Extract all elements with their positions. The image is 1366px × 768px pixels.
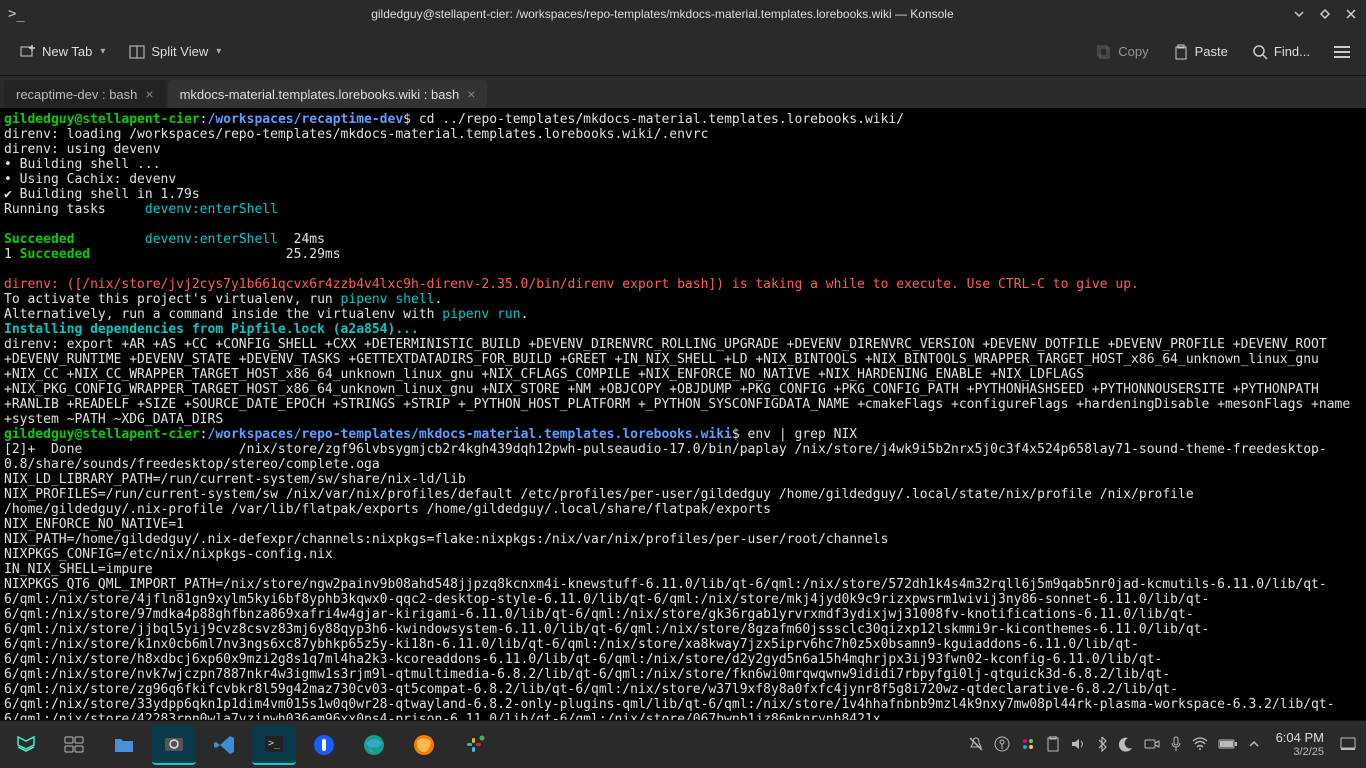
keepass-icon[interactable] xyxy=(994,736,1010,752)
activities-icon[interactable] xyxy=(52,725,96,765)
paste-button[interactable]: Paste xyxy=(1165,40,1236,64)
copy-button[interactable]: Copy xyxy=(1088,40,1156,64)
slack-icon[interactable] xyxy=(452,725,496,765)
window-title: gildedguy@stellapent-cier: /workspaces/r… xyxy=(33,7,1292,21)
spectacle-icon[interactable] xyxy=(152,725,196,765)
direnv-export: direnv: export +AR +AS +CC +CONFIG_SHELL… xyxy=(4,337,1362,427)
tab-label: recaptime-dev : bash xyxy=(16,87,137,102)
maximize-icon[interactable] xyxy=(1318,7,1332,21)
find-label: Find... xyxy=(1274,44,1310,59)
new-tab-icon xyxy=(20,44,36,60)
command: cd ../repo-templates/mkdocs-material.tem… xyxy=(411,112,904,127)
tab-mkdocs[interactable]: mkdocs-material.templates.lorebooks.wiki… xyxy=(168,80,488,108)
search-icon xyxy=(1252,44,1268,60)
taskbar: >_ xyxy=(0,720,1366,768)
night-color-icon[interactable] xyxy=(1118,736,1134,752)
split-view-button[interactable]: Split View ▾ xyxy=(121,40,229,64)
vscode-icon[interactable] xyxy=(202,725,246,765)
prompt-user: gildedguy@stellapent-cier xyxy=(4,112,200,127)
tray-app-icon[interactable] xyxy=(1020,736,1036,752)
files-icon[interactable] xyxy=(102,725,146,765)
svg-text:>_: >_ xyxy=(268,738,281,749)
paste-label: Paste xyxy=(1195,44,1228,59)
close-icon[interactable] xyxy=(1344,7,1358,21)
terminal-output[interactable]: gildedguy@stellapent-cier:/workspaces/re… xyxy=(0,108,1366,720)
chevron-down-icon[interactable]: ▾ xyxy=(216,46,221,57)
1password-icon[interactable] xyxy=(302,725,346,765)
bluetooth-icon[interactable] xyxy=(1096,736,1108,752)
prompt-path: /workspaces/repo-templates/mkdocs-materi… xyxy=(208,427,732,442)
copy-icon xyxy=(1096,44,1112,60)
battery-icon[interactable] xyxy=(1218,738,1238,750)
clock-time: 6:04 PM xyxy=(1276,731,1324,745)
direnv-warning: direnv: ([/nix/store/jvj2cys7y1b661qcvx6… xyxy=(4,277,1139,292)
camera-icon[interactable] xyxy=(1144,738,1160,750)
prompt-path: /workspaces/recaptime-dev xyxy=(208,112,404,127)
chevron-up-icon[interactable] xyxy=(1248,738,1260,750)
tab-label: mkdocs-material.templates.lorebooks.wiki… xyxy=(180,87,460,102)
edge-icon[interactable] xyxy=(352,725,396,765)
split-view-icon xyxy=(129,44,145,60)
konsole-icon[interactable]: >_ xyxy=(252,725,296,765)
wifi-icon[interactable] xyxy=(1192,737,1208,751)
paste-icon xyxy=(1173,44,1189,60)
clock-date: 3/2/25 xyxy=(1276,746,1324,758)
close-tab-icon[interactable]: × xyxy=(145,86,153,102)
minimize-icon[interactable] xyxy=(1292,7,1306,21)
find-button[interactable]: Find... xyxy=(1244,40,1318,64)
prompt-user: gildedguy@stellapent-cier xyxy=(4,427,200,442)
copy-label: Copy xyxy=(1118,44,1148,59)
command: env | grep NIX xyxy=(740,427,857,442)
chevron-down-icon[interactable]: ▾ xyxy=(100,46,105,57)
split-view-label: Split View xyxy=(151,44,208,59)
new-tab-button[interactable]: New Tab ▾ xyxy=(12,40,113,64)
firefox-icon[interactable] xyxy=(402,725,446,765)
clipboard-icon[interactable] xyxy=(1046,736,1060,752)
app-launcher[interactable] xyxy=(6,725,46,765)
notifications-muted-icon[interactable] xyxy=(968,736,984,752)
microphone-icon[interactable] xyxy=(1170,736,1182,752)
show-desktop-icon[interactable] xyxy=(1340,737,1356,751)
new-tab-label: New Tab xyxy=(42,44,92,59)
tab-recaptime[interactable]: recaptime-dev : bash × xyxy=(4,80,166,108)
close-tab-icon[interactable]: × xyxy=(467,86,475,102)
volume-icon[interactable] xyxy=(1070,736,1086,752)
app-icon: >_ xyxy=(8,6,25,22)
clock[interactable]: 6:04 PM 3/2/25 xyxy=(1270,731,1330,757)
menu-button[interactable] xyxy=(1330,42,1354,62)
